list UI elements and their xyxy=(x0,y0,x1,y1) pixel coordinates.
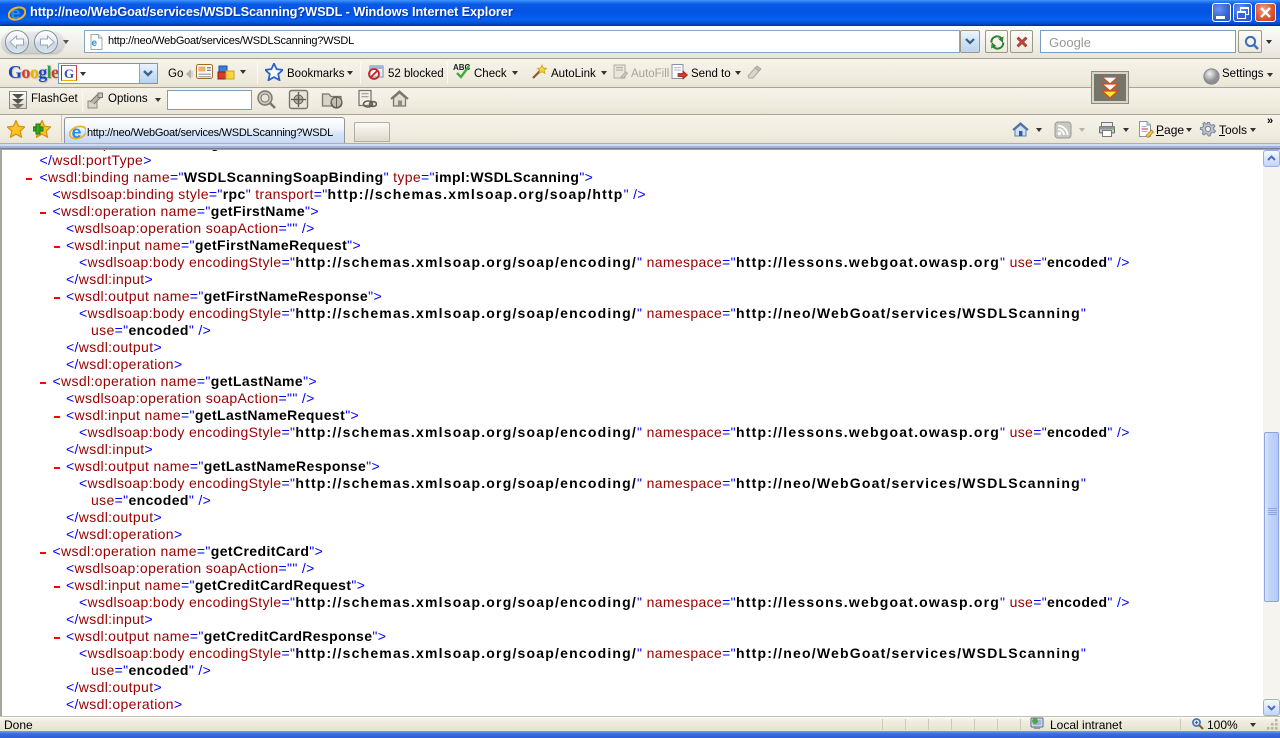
svg-text:e: e xyxy=(92,38,98,49)
svg-text:e: e xyxy=(11,4,21,22)
svg-text:e: e xyxy=(72,123,82,140)
